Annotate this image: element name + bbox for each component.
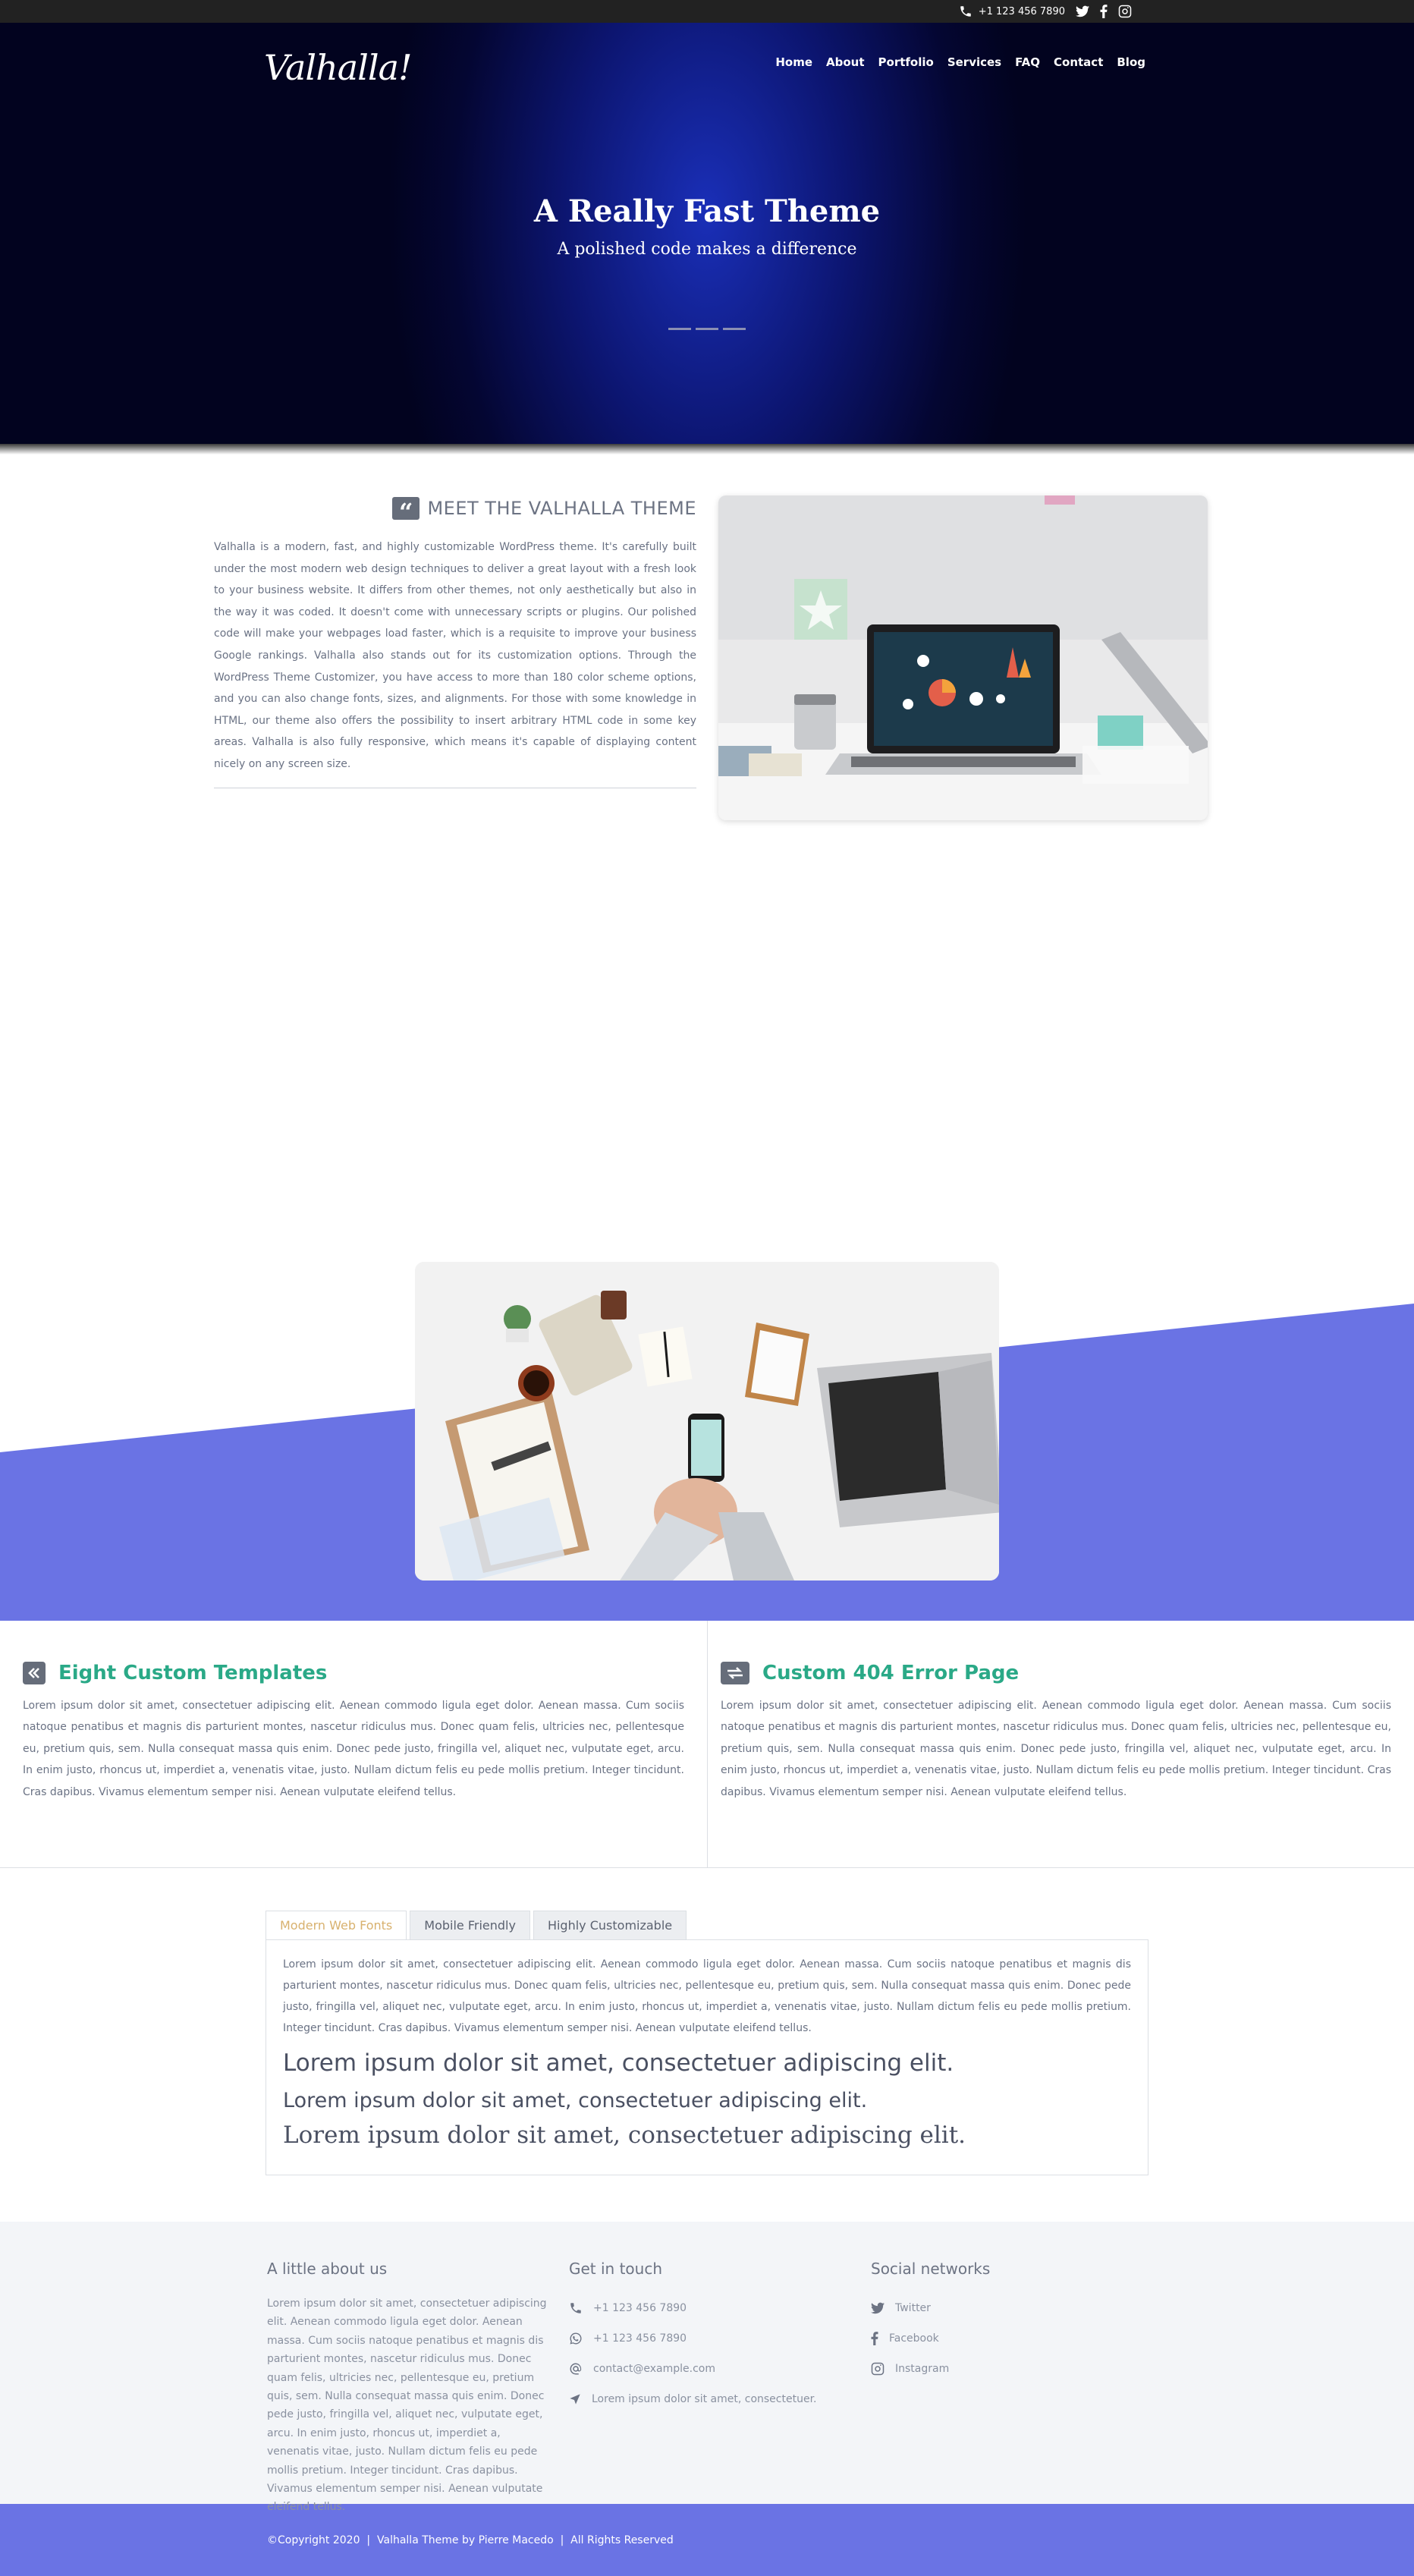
contact-whatsapp[interactable]: +1 123 456 7890	[569, 2323, 817, 2354]
twitter-icon[interactable]	[1076, 5, 1089, 17]
contact-list: +1 123 456 7890 +1 123 456 7890 contact@…	[569, 2293, 817, 2414]
tab-bar: Modern Web Fonts Mobile Friendly Highly …	[266, 1911, 687, 1939]
footer-contact-title: Get in touch	[569, 2260, 663, 2278]
site-logo[interactable]: Valhalla!	[264, 47, 413, 88]
tab-modern-web-fonts[interactable]: Modern Web Fonts	[266, 1911, 407, 1939]
phone-icon	[570, 2303, 581, 2313]
footer-social-title: Social networks	[871, 2260, 991, 2278]
contact-email[interactable]: contact@example.com	[569, 2354, 817, 2384]
whatsapp-icon	[570, 2332, 582, 2345]
slide-indicator[interactable]	[723, 328, 746, 330]
font-sample-3: Lorem ipsum dolor sit amet, consectetuer…	[283, 2122, 966, 2149]
lightning-bolt-icon	[687, 996, 724, 1071]
feature-title: Eight Custom Templates	[58, 1662, 328, 1684]
feature-header: Custom 404 Error Page	[721, 1662, 1391, 1684]
hero-subtitle: A polished code makes a difference	[557, 240, 857, 259]
feature-title: Custom 404 Error Page	[762, 1662, 1020, 1684]
slider-indicators	[0, 328, 1414, 330]
nav-services[interactable]: Services	[947, 55, 1001, 69]
twitter-icon	[871, 2302, 885, 2314]
contact-phone[interactable]: +1 123 456 7890	[569, 2293, 817, 2323]
footer-about-title: A little about us	[267, 2260, 388, 2278]
footer: A little about us Lorem ipsum dolor sit …	[0, 2222, 1414, 2513]
footer-contact: Get in touch +1 123 456 7890 +1 123 456 …	[569, 2260, 817, 2414]
contact-email-text: contact@example.com	[593, 2363, 715, 2375]
social-instagram[interactable]: Instagram	[871, 2354, 990, 2384]
contact-phone-text: +1 123 456 7890	[593, 2302, 687, 2314]
hero: Valhalla! Home About Portfolio Services …	[0, 23, 1414, 454]
location-arrow-icon	[570, 2394, 580, 2405]
nav-faq[interactable]: FAQ	[1015, 55, 1040, 69]
feature-header: Eight Custom Templates	[23, 1662, 684, 1684]
tab-panel: Lorem ipsum dolor sit amet, consectetuer…	[266, 1939, 1148, 2175]
phone-icon	[960, 6, 971, 17]
tab-highly-customizable[interactable]: Highly Customizable	[533, 1911, 687, 1939]
social-twitter[interactable]: Twitter	[871, 2293, 990, 2323]
copyright-text: ©Copyright 2020 | Valhalla Theme by Pier…	[267, 2534, 674, 2546]
topbar-phone[interactable]: +1 123 456 7890	[959, 5, 1065, 18]
social-list: Twitter Facebook Instagram	[871, 2293, 990, 2384]
features-section: Eight Custom Templates Lorem ipsum dolor…	[0, 1621, 1414, 1868]
font-sample-1: Lorem ipsum dolor sit amet, consectetuer…	[283, 2049, 954, 2077]
tab-mobile-friendly[interactable]: Mobile Friendly	[410, 1911, 530, 1939]
contact-address: Lorem ipsum dolor sit amet, consectetuer…	[569, 2384, 817, 2414]
facebook-icon	[871, 2332, 878, 2345]
footer-social: Social networks Twitter Facebook Instagr…	[871, 2260, 990, 2384]
feature-card: Eight Custom Templates Lorem ipsum dolor…	[0, 1621, 707, 1867]
social-twitter-label: Twitter	[895, 2302, 931, 2314]
speed-title: YOUR WEBSITE LOAD SPEED MATTERS	[505, 1081, 909, 1102]
tabs-section: Modern Web Fonts Mobile Friendly Highly …	[0, 1868, 1414, 2222]
desk-photo	[415, 1262, 999, 1581]
nav-blog[interactable]: Blog	[1117, 55, 1145, 69]
top-bar: +1 123 456 7890	[0, 0, 1414, 23]
footer-about-text: Lorem ipsum dolor sit amet, consectetuer…	[267, 2298, 547, 2514]
angle-double-left-icon	[23, 1662, 46, 1684]
divider	[415, 1241, 999, 1242]
exchange-icon	[721, 1662, 749, 1684]
feature-body: Lorem ipsum dolor sit amet, consectetuer…	[23, 1700, 684, 1798]
main-nav: Home About Portfolio Services FAQ Contac…	[775, 55, 1145, 69]
copyright-bar: ©Copyright 2020 | Valhalla Theme by Pier…	[0, 2504, 1414, 2576]
at-icon	[570, 2363, 582, 2375]
slide-indicator[interactable]	[696, 328, 718, 330]
social-facebook-label: Facebook	[889, 2332, 939, 2345]
nav-contact[interactable]: Contact	[1054, 55, 1103, 69]
footer-about: A little about us Lorem ipsum dolor sit …	[267, 2260, 549, 2517]
slide-indicator[interactable]	[668, 328, 691, 330]
font-sample-2: Lorem ipsum dolor sit amet, consectetuer…	[283, 2089, 868, 2112]
instagram-icon	[871, 2362, 885, 2376]
contact-whatsapp-text: +1 123 456 7890	[593, 2332, 687, 2345]
speed-section: YOUR WEBSITE LOAD SPEED MATTERS Lorem ip…	[0, 444, 1414, 1621]
contact-address-text: Lorem ipsum dolor sit amet, consectetuer…	[592, 2393, 817, 2405]
feature-body: Lorem ipsum dolor sit amet, consectetuer…	[721, 1700, 1391, 1798]
speed-body: Lorem ipsum dolor sit amet, consectetuer…	[415, 1116, 999, 1236]
nav-about[interactable]: About	[826, 55, 865, 69]
nav-portfolio[interactable]: Portfolio	[878, 55, 934, 69]
social-facebook[interactable]: Facebook	[871, 2323, 990, 2354]
facebook-icon[interactable]	[1100, 5, 1108, 18]
social-instagram-label: Instagram	[895, 2363, 950, 2375]
instagram-icon[interactable]	[1118, 5, 1132, 18]
nav-home[interactable]: Home	[775, 55, 812, 69]
hero-title: A Really Fast Theme	[533, 193, 881, 229]
feature-card: Custom 404 Error Page Lorem ipsum dolor …	[707, 1621, 1414, 1867]
tab-text: Lorem ipsum dolor sit amet, consectetuer…	[283, 1958, 1131, 2034]
topbar-phone-number: +1 123 456 7890	[978, 5, 1065, 17]
